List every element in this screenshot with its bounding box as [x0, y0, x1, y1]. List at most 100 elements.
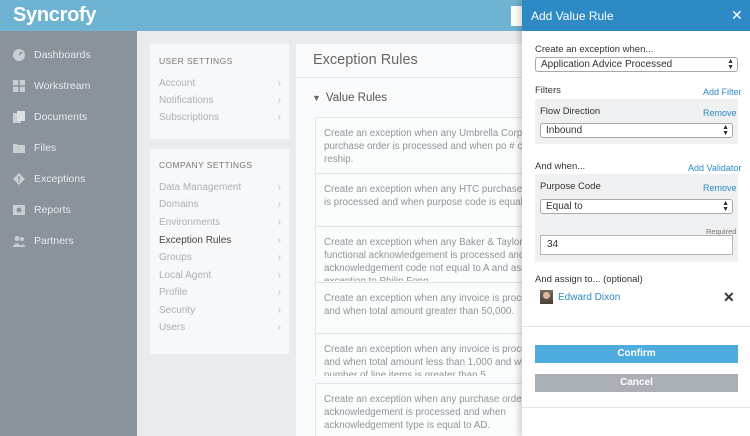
company-settings-heading: COMPANY SETTINGS — [159, 160, 253, 170]
rule-card[interactable]: Create an exception when any Baker & Tay… — [315, 226, 522, 281]
page-title: Exception Rules — [313, 52, 418, 68]
close-icon[interactable]: ✕ — [731, 7, 743, 24]
files-icon — [12, 141, 26, 155]
chevron-right-icon: › — [277, 78, 281, 89]
panel-title: Add Value Rule — [531, 9, 614, 23]
sidebar: Dashboards Workstream Documents Files Ex… — [0, 31, 137, 436]
add-filter-link[interactable]: Add Filter — [703, 87, 742, 97]
settings-item-environments[interactable]: Environments › — [159, 217, 281, 228]
sidebar-item-workstream[interactable]: Workstream — [0, 72, 137, 100]
settings-item-label: Security — [159, 305, 196, 316]
event-type-select[interactable]: Application Advice Processed ▲ ▼ — [535, 57, 738, 72]
workstream-icon — [12, 79, 26, 93]
select-value: Equal to — [546, 201, 583, 212]
validator-name: Purpose Code — [540, 181, 601, 192]
rule-card[interactable]: Create an exception when any invoice is … — [315, 282, 522, 332]
avatar — [540, 290, 553, 304]
dashboard-icon — [12, 48, 26, 62]
divider — [522, 407, 750, 408]
chevron-right-icon: › — [277, 305, 281, 316]
add-validator-link[interactable]: Add Validator — [688, 163, 741, 173]
sidebar-item-label: Exceptions — [34, 173, 86, 185]
settings-item-label: Data Management — [159, 182, 242, 193]
sidebar-item-label: Dashboards — [34, 49, 91, 61]
operator-select[interactable]: Equal to ▲ ▼ — [540, 199, 733, 214]
filter-name: Flow Direction — [540, 106, 601, 117]
select-arrows-icon: ▲ ▼ — [722, 200, 729, 213]
settings-item-data-management[interactable]: Data Management › — [159, 182, 281, 193]
settings-item-label: Exception Rules — [159, 235, 232, 246]
chevron-right-icon: › — [277, 270, 281, 281]
sidebar-item-exceptions[interactable]: Exceptions — [0, 165, 137, 193]
app-logo[interactable]: Syncrofy — [13, 4, 96, 27]
settings-item-label: Notifications — [159, 95, 214, 106]
settings-item-label: Users — [159, 322, 186, 333]
divider — [296, 77, 522, 78]
settings-item-label: Subscriptions — [159, 112, 220, 123]
settings-item-groups[interactable]: Groups › — [159, 252, 281, 263]
select-value: Inbound — [546, 125, 583, 136]
search-box[interactable] — [511, 6, 522, 26]
documents-icon — [12, 110, 26, 124]
sidebar-item-documents[interactable]: Documents — [0, 103, 137, 131]
settings-item-label: Profile — [159, 287, 188, 298]
chevron-right-icon: › — [277, 287, 281, 298]
chevron-right-icon: › — [277, 235, 281, 246]
assignee-name[interactable]: Edward Dixon — [558, 292, 620, 303]
settings-item-security[interactable]: Security › — [159, 305, 281, 316]
select-arrows-icon: ▲ ▼ — [722, 124, 729, 137]
settings-item-exception-rules[interactable]: Exception Rules › — [159, 235, 281, 246]
chevron-right-icon: › — [277, 217, 281, 228]
rule-text: Create an exception when any purchase or… — [324, 394, 522, 431]
select-arrows-icon: ▲ ▼ — [727, 58, 734, 71]
remove-assignee-icon[interactable]: ✕ — [723, 289, 735, 306]
create-exception-label: Create an exception when... — [535, 44, 654, 55]
settings-item-users[interactable]: Users › — [159, 322, 281, 333]
settings-item-label: Domains — [159, 199, 199, 210]
rule-text: Create an exception when any invoice is … — [324, 344, 522, 376]
sidebar-item-partners[interactable]: Partners — [0, 227, 137, 255]
value-rules-toggle[interactable]: ▼ Value Rules — [312, 92, 387, 104]
and-when-label: And when... — [535, 161, 586, 172]
remove-validator-link[interactable]: Remove — [703, 183, 737, 193]
settings-item-label: Groups — [159, 252, 192, 263]
chevron-right-icon: › — [277, 199, 281, 210]
section-label: Value Rules — [325, 92, 388, 104]
rule-card[interactable]: Create an exception when any purchase or… — [315, 383, 522, 436]
sidebar-item-files[interactable]: Files — [0, 134, 137, 162]
rule-card[interactable]: Create an exception when any Umbrella Co… — [315, 117, 522, 172]
reports-icon — [12, 203, 26, 217]
sidebar-item-dashboards[interactable]: Dashboards — [0, 41, 137, 69]
chevron-right-icon: › — [277, 182, 281, 193]
settings-item-profile[interactable]: Profile › — [159, 287, 281, 298]
select-value: Application Advice Processed — [541, 59, 673, 70]
chevron-right-icon: › — [277, 112, 281, 123]
divider — [522, 326, 750, 327]
cancel-button[interactable]: Cancel — [535, 374, 738, 392]
partners-icon — [12, 234, 26, 248]
flow-direction-select[interactable]: Inbound ▲ ▼ — [540, 123, 733, 138]
settings-item-notifications[interactable]: Notifications › — [159, 95, 281, 106]
chevron-down-icon: ▼ — [312, 93, 321, 103]
settings-item-account[interactable]: Account › — [159, 78, 281, 89]
confirm-button[interactable]: Confirm — [535, 345, 738, 363]
settings-item-subscriptions[interactable]: Subscriptions › — [159, 112, 281, 123]
rule-card[interactable]: Create an exception when any invoice is … — [315, 333, 522, 376]
settings-item-local-agent[interactable]: Local Agent › — [159, 270, 281, 281]
chevron-right-icon: › — [277, 252, 281, 263]
rule-card[interactable]: Create an exception when any HTC purchas… — [315, 173, 522, 225]
rule-text: Create an exception when any Baker & Tay… — [324, 237, 522, 281]
rule-text: Create an exception when any Umbrella Co… — [324, 128, 522, 165]
settings-item-label: Account — [159, 78, 196, 89]
settings-item-label: Local Agent — [159, 270, 212, 281]
value-input[interactable]: 34 — [540, 235, 733, 255]
filters-label: Filters — [535, 85, 561, 96]
settings-item-domains[interactable]: Domains › — [159, 199, 281, 210]
sidebar-item-label: Workstream — [34, 80, 91, 92]
remove-filter-link[interactable]: Remove — [703, 108, 737, 118]
chevron-right-icon: › — [277, 95, 281, 106]
exceptions-icon — [12, 172, 26, 186]
user-settings-heading: USER SETTINGS — [159, 56, 233, 66]
sidebar-item-reports[interactable]: Reports — [0, 196, 137, 224]
add-value-rule-panel: Add Value Rule ✕ Create an exception whe… — [522, 0, 750, 436]
